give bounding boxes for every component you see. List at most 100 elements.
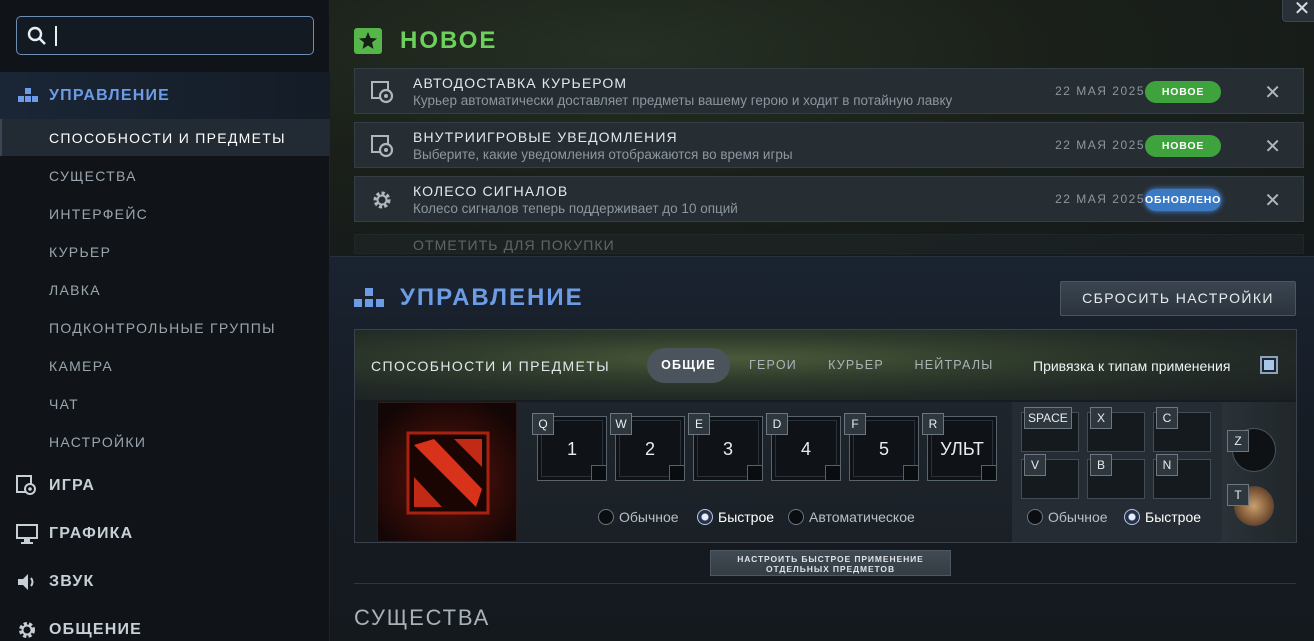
sidebar-subitem-control-groups[interactable]: ПОДКОНТРОЛЬНЫЕ ГРУППЫ bbox=[49, 320, 276, 336]
key-value: УЛЬТ bbox=[940, 439, 984, 459]
sidebar-item-graphics[interactable]: ГРАФИКА bbox=[0, 514, 330, 554]
sidebar-subitem-settings[interactable]: НАСТРОЙКИ bbox=[49, 434, 146, 450]
button-line-1: НАСТРОИТЬ БЫСТРОЕ ПРИМЕНЕНИЕ bbox=[737, 554, 924, 564]
key-value: 1 bbox=[566, 439, 577, 459]
sidebar-item-controls[interactable]: УПРАВЛЕНИЕ bbox=[0, 72, 330, 120]
key-value: 2 bbox=[644, 439, 655, 459]
sidebar-item-social[interactable]: ОБЩЕНИЕ bbox=[0, 610, 330, 641]
dismiss-icon[interactable]: ✕ bbox=[1264, 80, 1281, 105]
key-letter: V bbox=[1024, 454, 1046, 476]
tab-heroes[interactable]: ГЕРОИ bbox=[740, 348, 806, 383]
item-key-slot[interactable]: C bbox=[1153, 407, 1211, 452]
sidebar-subitem-creatures[interactable]: СУЩЕСТВА bbox=[49, 168, 137, 184]
news-date: 22 МАЯ 2025 bbox=[1055, 192, 1145, 206]
news-item[interactable]: ВНУТРИИГРОВЫЕ УВЕДОМЛЕНИЯ Выберите, каки… bbox=[354, 122, 1304, 168]
key-letter: X bbox=[1090, 407, 1112, 429]
radio-label: Автоматическое bbox=[809, 509, 915, 525]
key-value: 3 bbox=[722, 439, 733, 459]
key-corner bbox=[669, 465, 684, 480]
creatures-section-title: СУЩЕСТВА bbox=[354, 605, 491, 630]
sidebar-item-label: ОБЩЕНИЕ bbox=[49, 621, 143, 638]
key-value: 4 bbox=[800, 439, 811, 459]
tab-general[interactable]: ОБЩИЕ bbox=[647, 348, 730, 383]
sidebar-subitem-shop[interactable]: ЛАВКА bbox=[49, 282, 101, 298]
dismiss-icon[interactable]: ✕ bbox=[1264, 188, 1281, 213]
status-badge: НОВОЕ bbox=[1145, 81, 1221, 103]
tab-neutrals[interactable]: НЕЙТРАЛЫ bbox=[906, 348, 1002, 383]
sidebar-subitem-camera[interactable]: КАМЕРА bbox=[49, 358, 113, 374]
search-input[interactable] bbox=[16, 16, 314, 55]
key-letter: D bbox=[766, 413, 788, 435]
search-icon bbox=[27, 26, 47, 51]
sidebar-item-sound[interactable]: ЗВУК bbox=[0, 562, 330, 602]
divider bbox=[354, 583, 1296, 584]
news-desc: Колесо сигналов теперь поддерживает до 1… bbox=[413, 201, 738, 216]
news-item[interactable]: ОТМЕТИТЬ ДЛЯ ПОКУПКИ bbox=[354, 234, 1304, 254]
sidebar-subitem-abilities[interactable]: СПОСОБНОСТИ И ПРЕДМЕТЫ bbox=[49, 130, 286, 146]
item-key-slot[interactable]: X bbox=[1087, 407, 1145, 452]
news-title: КОЛЕСО СИГНАЛОВ bbox=[413, 183, 569, 199]
news-desc: Курьер автоматически доставляет предметы… bbox=[413, 93, 953, 108]
new-section: НОВОЕ АВТОДОСТАВКА КУРЬЕРОМ Курьер автом… bbox=[330, 0, 1314, 256]
hero-portrait bbox=[377, 402, 517, 542]
item-key-slot[interactable]: SPACE bbox=[1021, 407, 1079, 452]
settings-window: УПРАВЛЕНИЕ СПОСОБНОСТИ И ПРЕДМЕТЫ СУЩЕСТ… bbox=[0, 0, 1314, 641]
sidebar: УПРАВЛЕНИЕ СПОСОБНОСТИ И ПРЕДМЕТЫ СУЩЕСТ… bbox=[0, 0, 330, 641]
key-letter: N bbox=[1156, 454, 1178, 476]
key-value: 5 bbox=[878, 439, 889, 459]
news-desc: Выберите, какие уведомления отображаются… bbox=[413, 147, 793, 162]
key-corner bbox=[825, 465, 840, 480]
key-letter: Z bbox=[1227, 430, 1249, 452]
reset-settings-button[interactable]: СБРОСИТЬ НАСТРОЙКИ bbox=[1060, 281, 1296, 316]
close-button[interactable]: ✕ bbox=[1282, 0, 1314, 22]
gear-icon bbox=[371, 189, 393, 216]
news-title: АВТОДОСТАВКА КУРЬЕРОМ bbox=[413, 75, 628, 91]
ability-key-slot[interactable]: E 3 bbox=[688, 413, 763, 481]
sidebar-item-label: ГРАФИКА bbox=[49, 525, 134, 542]
settings-window-icon bbox=[371, 81, 395, 110]
news-item[interactable]: КОЛЕСО СИГНАЛОВ Колесо сигналов теперь п… bbox=[354, 176, 1304, 222]
ability-key-slot[interactable]: Q 1 bbox=[532, 413, 607, 481]
radio-label: Быстрое bbox=[1145, 509, 1202, 525]
ability-key-slot[interactable]: F 5 bbox=[844, 413, 919, 481]
sidebar-subitem-courier[interactable]: КУРЬЕР bbox=[49, 244, 111, 260]
news-item[interactable]: АВТОДОСТАВКА КУРЬЕРОМ Курьер автоматичес… bbox=[354, 68, 1304, 114]
controls-icon bbox=[18, 88, 38, 111]
configure-quickcast-button[interactable]: НАСТРОИТЬ БЫСТРОЕ ПРИМЕНЕНИЕ ОТДЕЛЬНЫХ П… bbox=[710, 550, 951, 576]
monitor-icon bbox=[16, 523, 38, 550]
bind-cast-type-label: Привязка к типам применения bbox=[1033, 358, 1231, 374]
key-letter: SPACE bbox=[1024, 407, 1072, 429]
text-caret bbox=[55, 26, 57, 46]
news-date: 22 МАЯ 2025 bbox=[1055, 138, 1145, 152]
tab-courier[interactable]: КУРЬЕР bbox=[819, 348, 893, 383]
key-corner bbox=[903, 465, 918, 480]
dismiss-icon[interactable]: ✕ bbox=[1264, 134, 1281, 159]
item-key-slot[interactable]: B bbox=[1087, 454, 1145, 499]
speaker-icon bbox=[16, 571, 38, 598]
news-title: ВНУТРИИГРОВЫЕ УВЕДОМЛЕНИЯ bbox=[413, 129, 678, 145]
key-letter: Q bbox=[532, 413, 554, 435]
item-key-slot[interactable]: V bbox=[1021, 454, 1079, 499]
key-letter: R bbox=[922, 413, 944, 435]
radio-dot bbox=[697, 509, 713, 525]
ability-key-slot[interactable]: D 4 bbox=[766, 413, 841, 481]
dota-logo-icon bbox=[406, 431, 490, 515]
key-letter: B bbox=[1090, 454, 1112, 476]
sidebar-item-label: УПРАВЛЕНИЕ bbox=[49, 87, 171, 104]
sidebar-subitem-chat[interactable]: ЧАТ bbox=[49, 396, 79, 412]
radio-dot bbox=[788, 509, 804, 525]
sidebar-item-label: ИГРА bbox=[49, 477, 96, 494]
ability-key-slot[interactable]: W 2 bbox=[610, 413, 685, 481]
ability-key-slot[interactable]: R УЛЬТ bbox=[922, 413, 997, 481]
gear-icon bbox=[16, 619, 38, 641]
main-content: НОВОЕ АВТОДОСТАВКА КУРЬЕРОМ Курьер автом… bbox=[330, 0, 1314, 641]
item-keys-area: SPACE X C V B N Обычное Быстрое bbox=[1012, 402, 1222, 542]
status-badge: ОБНОВЛЕНО bbox=[1145, 189, 1221, 211]
sidebar-subitem-interface[interactable]: ИНТЕРФЕЙС bbox=[49, 206, 148, 222]
item-key-slot[interactable]: N bbox=[1153, 454, 1211, 499]
key-letter: E bbox=[688, 413, 710, 435]
radio-dot bbox=[598, 509, 614, 525]
sidebar-item-game[interactable]: ИГРА bbox=[0, 466, 330, 506]
bind-cast-type-checkbox[interactable] bbox=[1260, 356, 1278, 374]
ability-keys-area: Q 1 W 2 E 3 D 4 F 5 R УЛЬТ Обычное Быстр… bbox=[517, 402, 1012, 542]
